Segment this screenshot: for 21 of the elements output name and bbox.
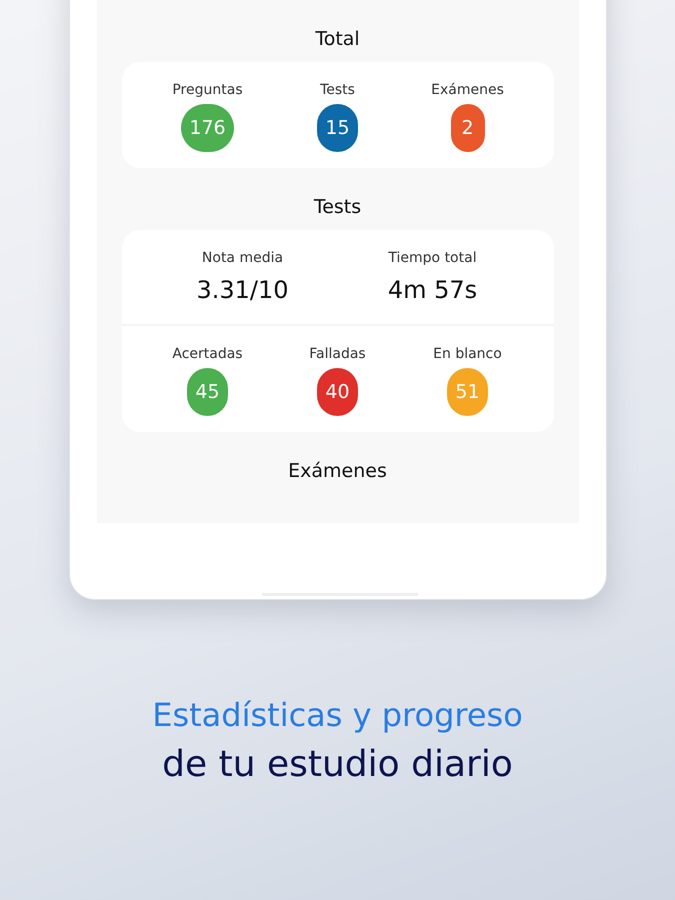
stat-label: Exámenes (431, 81, 504, 100)
section-title: Exámenes (287, 459, 388, 484)
caption-headline: Estadísticas y progreso (152, 696, 523, 734)
count-badge: 51 (447, 368, 488, 416)
section-title: Total (314, 27, 361, 52)
stat-label: Tiempo total (388, 249, 477, 268)
stat-label: Tests (320, 81, 355, 100)
count-badge: 2 (450, 104, 484, 152)
count-badge: 45 (187, 368, 228, 416)
count-badge: 15 (317, 104, 358, 152)
stat-label: Preguntas (172, 81, 243, 100)
stat-value: 3.31/10 (196, 276, 289, 304)
stat-value: 4m 57s (388, 276, 478, 304)
section-title: Tests (312, 195, 362, 220)
stat-label: Acertadas (172, 345, 243, 364)
count-badge: 40 (317, 368, 358, 416)
stat-label: En blanco (433, 345, 502, 364)
stat-label: Falladas (309, 345, 366, 364)
caption-subline: de tu estudio diario (162, 744, 513, 785)
stat-label: Nota media (202, 249, 284, 268)
count-badge: 176 (181, 104, 234, 152)
